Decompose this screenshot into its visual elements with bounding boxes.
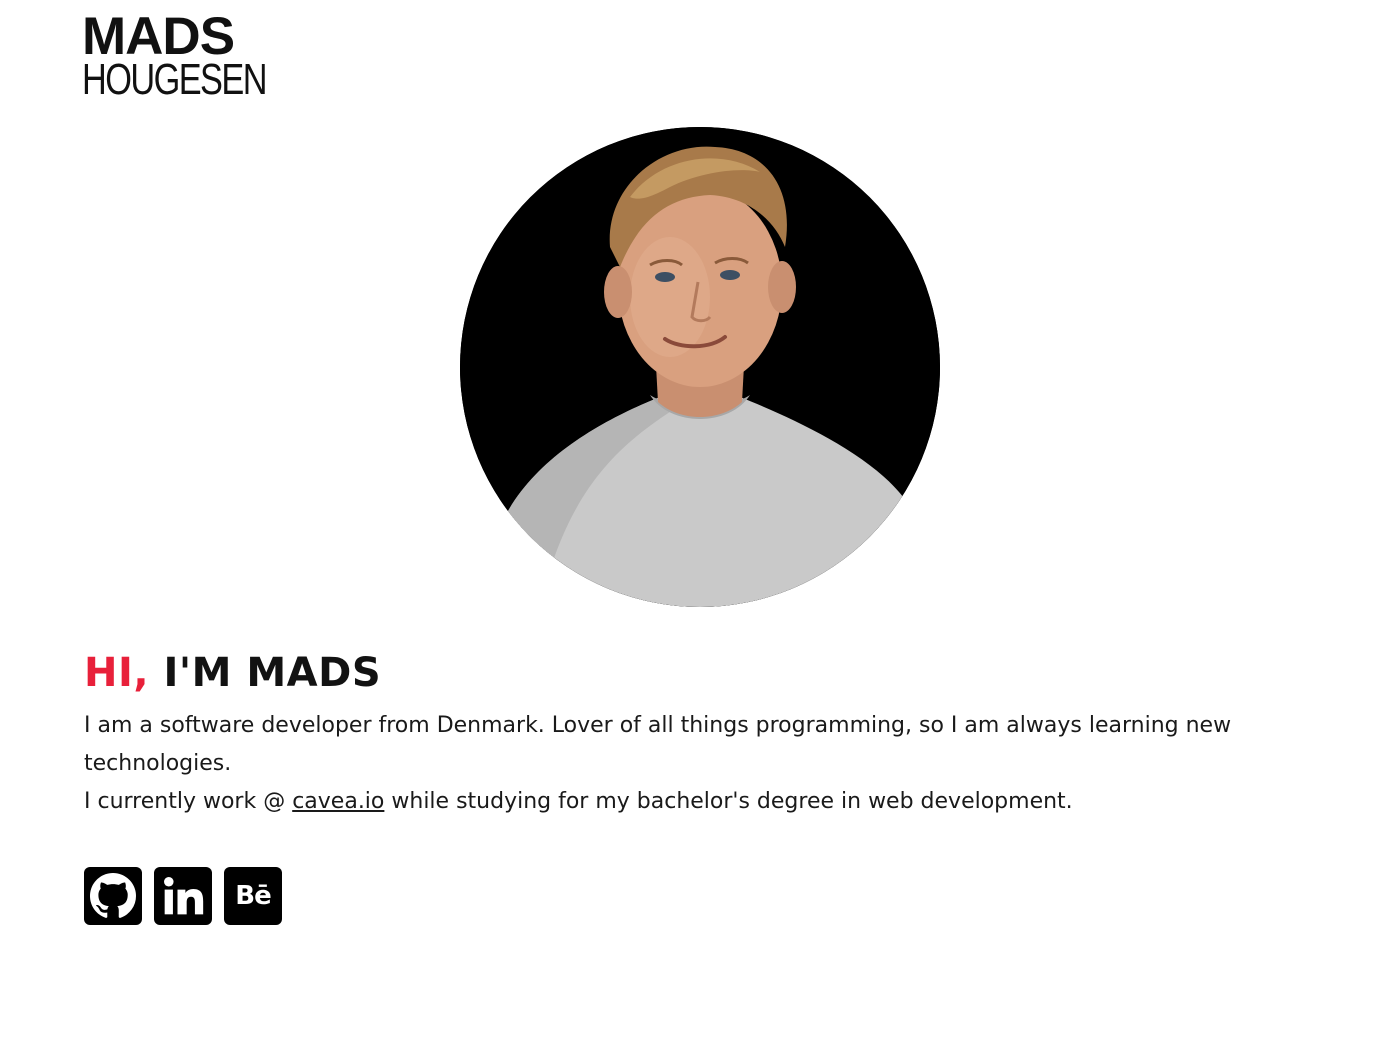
bio-paragraph-2: I currently work @ cavea.io while studyi… [84, 783, 1324, 821]
profile-photo [460, 127, 940, 607]
social-links: Bē [84, 867, 282, 925]
behance-icon: Bē [235, 881, 271, 911]
logo-first-name: MADS [82, 7, 235, 66]
greeting-name: I'M MADS [149, 650, 382, 696]
greeting-accent: HI, [84, 650, 150, 696]
bio-line2-start: I currently work @ [84, 789, 293, 814]
linkedin-link[interactable] [154, 867, 212, 925]
github-icon [90, 873, 136, 918]
site-logo[interactable]: MADS HOUGESEN [82, 7, 268, 104]
bio-text: I am a software developer from Denmark. … [84, 707, 1324, 821]
behance-link[interactable]: Bē [224, 867, 282, 925]
logo-last-name: HOUGESEN [82, 55, 268, 104]
hero-heading: HI, I'M MADS [84, 645, 381, 701]
bio-paragraph-1: I am a software developer from Denmark. … [84, 713, 1232, 776]
cavea-link[interactable]: cavea.io [292, 789, 384, 814]
linkedin-icon [164, 877, 204, 915]
github-link[interactable] [84, 867, 142, 925]
bio-line2-end: while studying for my bachelor's degree … [384, 789, 1073, 814]
